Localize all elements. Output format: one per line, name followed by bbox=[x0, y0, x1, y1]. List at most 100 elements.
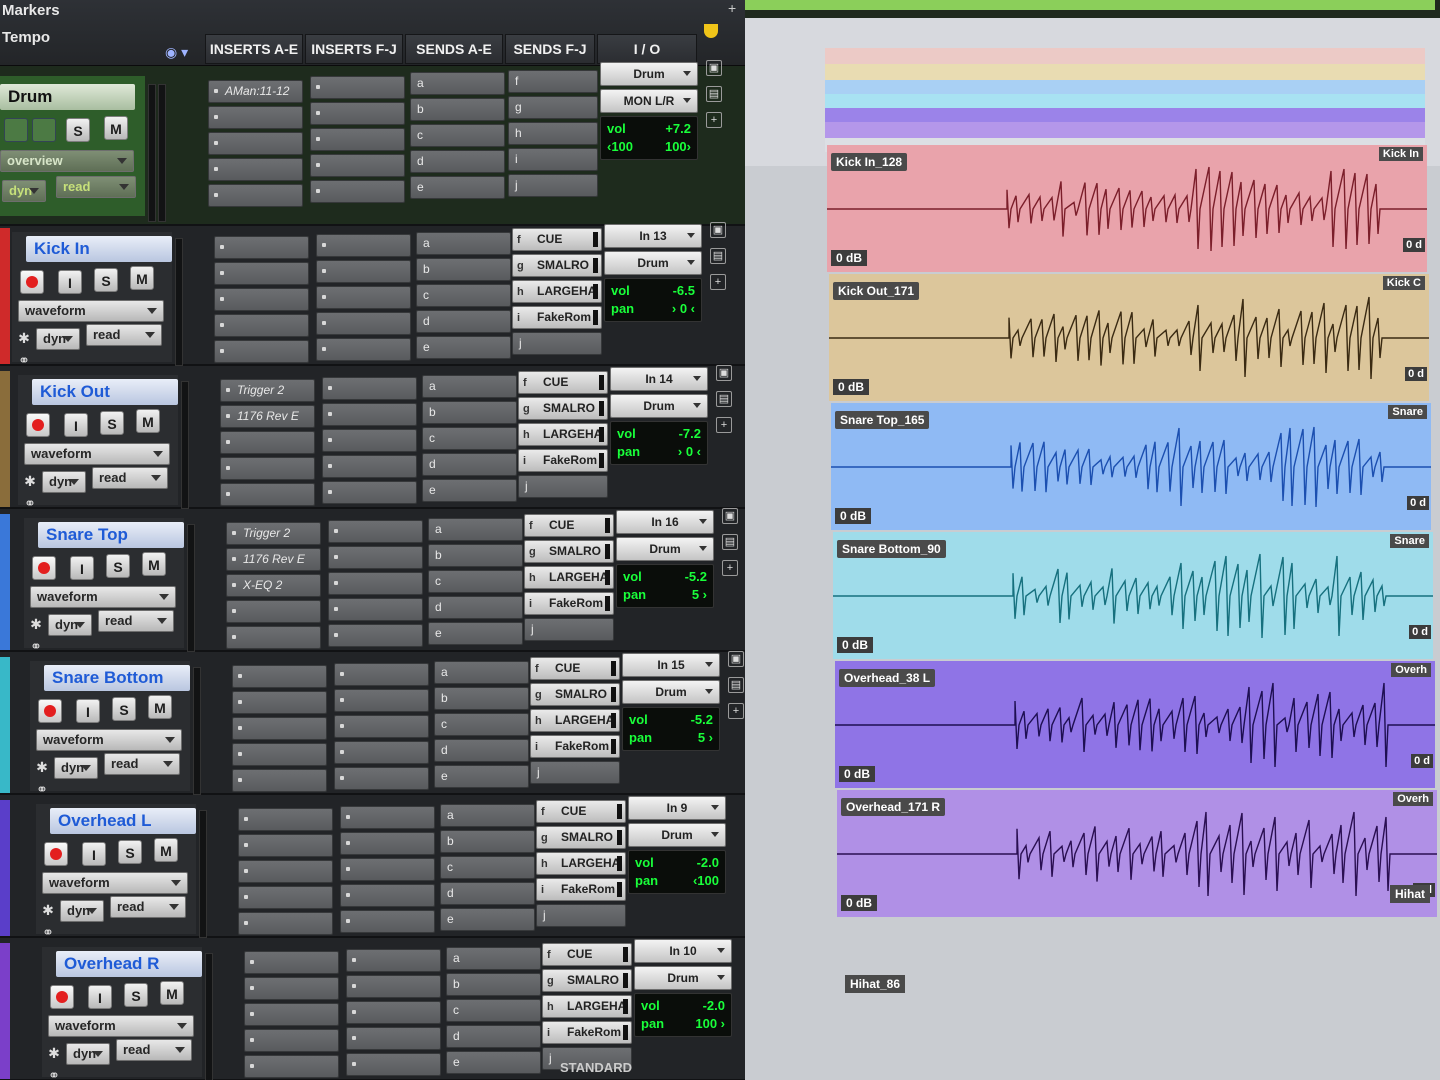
insert-slot[interactable] bbox=[340, 832, 435, 855]
insert-slot[interactable] bbox=[226, 626, 321, 649]
solo-button[interactable]: S bbox=[66, 118, 90, 142]
insert-slot[interactable] bbox=[220, 431, 315, 454]
clip-gain[interactable]: 0 dB bbox=[833, 379, 870, 395]
asterisk-icon[interactable]: ✱ bbox=[40, 902, 56, 918]
send-slot[interactable]: a bbox=[446, 947, 541, 970]
insert-slot[interactable] bbox=[232, 769, 327, 792]
insert-slot[interactable] bbox=[310, 154, 405, 177]
insert-slot[interactable] bbox=[328, 546, 423, 569]
send-slot[interactable]: e bbox=[410, 176, 505, 199]
add-icon[interactable]: + bbox=[728, 703, 744, 719]
playlist-icon[interactable]: ⚭ bbox=[34, 781, 50, 797]
automation-mode-select[interactable]: read bbox=[116, 1039, 192, 1061]
record-enable-button[interactable] bbox=[32, 556, 56, 580]
send-slot[interactable]: b bbox=[446, 973, 541, 996]
send-button[interactable]: f CUE bbox=[518, 371, 608, 394]
insert-slot[interactable] bbox=[232, 691, 327, 714]
volume-pan-display[interactable]: vol -5.2 pan 5 › bbox=[616, 564, 714, 608]
volume-pan-display[interactable]: vol -6.5 pan › 0 ‹ bbox=[604, 278, 702, 322]
header-sends-fj[interactable]: SENDS F-J bbox=[505, 34, 595, 64]
comments-icon[interactable]: ▤ bbox=[716, 391, 732, 407]
insert-slot[interactable] bbox=[322, 429, 417, 452]
insert-slot[interactable] bbox=[322, 403, 417, 426]
insert-slot[interactable] bbox=[322, 377, 417, 400]
send-slot[interactable]: c bbox=[446, 999, 541, 1022]
insert-slot[interactable] bbox=[316, 338, 411, 361]
header-io[interactable]: I / O bbox=[597, 34, 697, 64]
clip-gain[interactable]: 0 dB bbox=[839, 766, 876, 782]
send-slot[interactable]: d bbox=[410, 150, 505, 173]
insert-slot[interactable] bbox=[208, 158, 303, 181]
asterisk-icon[interactable]: ✱ bbox=[34, 759, 50, 775]
pan-value[interactable]: › 0 ‹ bbox=[678, 443, 701, 461]
output-selector[interactable]: MON L/R bbox=[600, 89, 698, 113]
send-slot[interactable]: d bbox=[440, 882, 535, 905]
send-button[interactable]: h LARGEHA bbox=[524, 566, 614, 589]
output-selector[interactable]: Drum bbox=[610, 394, 708, 418]
input-monitor-button[interactable]: I bbox=[82, 842, 106, 866]
solo-button[interactable]: S bbox=[112, 697, 136, 721]
send-button[interactable]: h LARGEHA bbox=[512, 280, 602, 303]
input-monitor-button[interactable]: I bbox=[70, 556, 94, 580]
insert-slot[interactable] bbox=[328, 572, 423, 595]
audio-clip[interactable]: Overhead_171 R Overh 0 dB 0 d bbox=[837, 790, 1437, 917]
insert-slot[interactable] bbox=[226, 600, 321, 623]
clip-name[interactable]: Overhead_171 R bbox=[841, 798, 946, 816]
send-button[interactable]: g SMALRO bbox=[524, 540, 614, 563]
dyn-button[interactable]: dyn bbox=[42, 471, 86, 493]
insert-slot[interactable] bbox=[238, 886, 333, 909]
send-slot[interactable]: c bbox=[422, 427, 517, 450]
send-slot[interactable]: j bbox=[530, 761, 620, 784]
clip-gain[interactable]: 0 d bbox=[1411, 754, 1433, 768]
input-selector[interactable]: Drum bbox=[600, 62, 698, 86]
playlist-icon[interactable]: ⚭ bbox=[16, 352, 32, 368]
clip-gain[interactable]: 0 dB bbox=[841, 895, 878, 911]
send-slot[interactable]: d bbox=[416, 310, 511, 333]
send-slot[interactable]: a bbox=[440, 804, 535, 827]
insert-slot[interactable] bbox=[214, 262, 309, 285]
send-slot[interactable]: d bbox=[422, 453, 517, 476]
pan-value[interactable]: 100 › bbox=[695, 1015, 725, 1033]
pan-value[interactable]: 5 › bbox=[692, 586, 707, 604]
track-name[interactable]: Kick Out bbox=[32, 379, 178, 405]
insert-slot[interactable] bbox=[244, 1055, 339, 1078]
send-button[interactable]: g SMALRO bbox=[530, 683, 620, 706]
insert-slot[interactable] bbox=[208, 132, 303, 155]
send-slot[interactable]: d bbox=[446, 1025, 541, 1048]
insert-slot[interactable] bbox=[346, 975, 441, 998]
view-selector-icon[interactable]: ◉ ▾ bbox=[165, 44, 203, 66]
send-button[interactable]: i FakeRom bbox=[536, 878, 626, 901]
vol-value[interactable]: -5.2 bbox=[685, 568, 707, 586]
send-slot[interactable]: a bbox=[410, 72, 505, 95]
insert-slot[interactable] bbox=[208, 184, 303, 207]
insert-slot[interactable] bbox=[238, 860, 333, 883]
record-enable-button[interactable] bbox=[26, 413, 50, 437]
automation-mode-select[interactable]: read bbox=[92, 467, 168, 489]
pan-value[interactable]: ‹100 bbox=[693, 872, 719, 890]
send-slot[interactable]: c bbox=[428, 570, 523, 593]
send-button[interactable]: g SMALRO bbox=[518, 397, 608, 420]
dyn-button[interactable]: dyn bbox=[60, 900, 104, 922]
insert-slot[interactable] bbox=[316, 312, 411, 335]
send-button[interactable]: i FakeRom bbox=[542, 1021, 632, 1044]
send-slot[interactable]: a bbox=[416, 232, 511, 255]
track-name[interactable]: Snare Top bbox=[38, 522, 184, 548]
input-monitor-button[interactable] bbox=[4, 118, 28, 142]
mute-button[interactable]: M bbox=[148, 695, 172, 719]
automation-mode-select[interactable]: read bbox=[86, 324, 162, 346]
input-selector[interactable]: In 15 bbox=[622, 653, 720, 677]
output-selector[interactable]: Drum bbox=[628, 823, 726, 847]
track-view-selector[interactable]: waveform bbox=[18, 300, 164, 322]
send-slot[interactable]: j bbox=[518, 475, 608, 498]
send-button[interactable]: f CUE bbox=[536, 800, 626, 823]
track-view-selector[interactable]: waveform bbox=[30, 586, 176, 608]
send-button[interactable]: f CUE bbox=[542, 943, 632, 966]
insert-slot[interactable] bbox=[322, 455, 417, 478]
volume-pan-display[interactable]: vol -2.0 pan ‹100 bbox=[628, 850, 726, 894]
send-button[interactable]: h LARGEHA bbox=[518, 423, 608, 446]
insert-slot[interactable]: Trigger 2 bbox=[226, 522, 321, 545]
send-slot[interactable]: j bbox=[512, 332, 602, 355]
send-slot[interactable]: j bbox=[524, 618, 614, 641]
send-slot[interactable]: i bbox=[508, 148, 598, 171]
send-slot[interactable]: j bbox=[536, 904, 626, 927]
